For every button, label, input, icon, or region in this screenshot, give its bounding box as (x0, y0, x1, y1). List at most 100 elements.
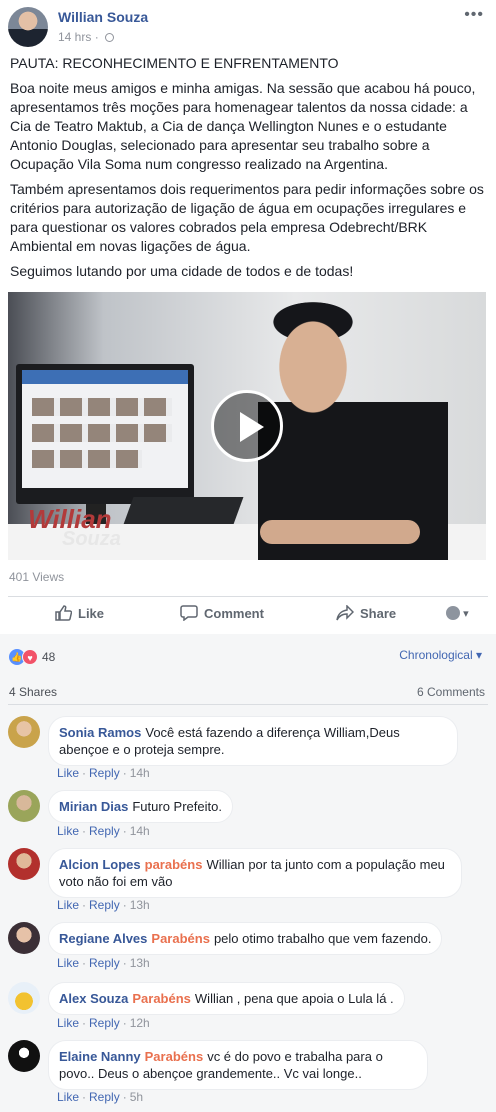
video-watermark-2: Souza (62, 528, 121, 550)
commenter-name[interactable]: Sonia Ramos (59, 725, 141, 740)
commenter-name[interactable]: Mirian Dias (59, 799, 128, 814)
more-options-icon[interactable]: ••• (464, 6, 484, 24)
author-name[interactable]: Willian Souza (58, 9, 148, 25)
post-timestamp[interactable]: 14 hrs · (58, 30, 115, 44)
comment-bubble: Sonia Ramos Você está fazendo a diferença… (48, 716, 458, 766)
commenter-name[interactable]: Alex Souza (59, 991, 128, 1006)
dot-separator: · (82, 898, 87, 912)
commenter-avatar[interactable] (8, 848, 40, 880)
comment-reply-link[interactable]: Reply (89, 824, 120, 838)
view-count: 401 Views (9, 570, 65, 584)
comment-tag[interactable]: Parabéns (151, 931, 210, 946)
comment-time[interactable]: 14h (130, 766, 150, 780)
comment-like-link[interactable]: Like (57, 766, 79, 780)
comment-reply-link[interactable]: Reply (89, 1090, 120, 1104)
post-time[interactable]: 14 hrs (58, 30, 91, 44)
screen-row (32, 424, 172, 442)
comment-bubble: Mirian Dias Futuro Prefeito. (48, 790, 233, 823)
video-hands (260, 520, 420, 544)
comment-bubble: Regiane Alves Parabéns pelo otimo trabalho… (48, 922, 443, 955)
author-avatar[interactable] (8, 7, 48, 47)
play-icon[interactable] (211, 390, 283, 462)
thumbs-up-icon (55, 605, 72, 621)
dot-separator: · (82, 824, 87, 838)
comment-bubble: Alcion Lopes parabéns Willian por ta junto… (48, 848, 462, 898)
comment-button[interactable]: Comment (180, 605, 264, 621)
globe-icon (446, 606, 460, 620)
comment-bubble: Alex Souza Parabéns Willian , pena que apo… (48, 982, 405, 1015)
comment-reply-link[interactable]: Reply (89, 766, 120, 780)
screen-row (32, 450, 142, 468)
commenter-avatar[interactable] (8, 922, 40, 954)
commenter-avatar[interactable] (8, 982, 40, 1014)
comments-section: 👍 ♥ 48 Chronological ▾ 4 Shares 6 Comments… (0, 634, 496, 1112)
reaction-summary[interactable]: 👍 ♥ 48 (9, 648, 56, 665)
comment-tag[interactable]: Parabéns (145, 1049, 204, 1064)
dot-separator: · (122, 1090, 127, 1104)
share-icon (336, 605, 354, 621)
comment-label: Comment (204, 606, 264, 621)
audience-selector[interactable]: ▾ (446, 606, 480, 624)
reaction-count: 48 (42, 649, 56, 664)
comment-tag[interactable]: Parabéns (132, 991, 191, 1006)
engagement-stats: 4 Shares 6 Comments (9, 685, 485, 699)
dot-separator: · (82, 956, 87, 970)
post-body: PAUTA: RECONHECIMENTO E ENFRENTAMENTO Bo… (10, 54, 490, 287)
comment-time[interactable]: 13h (130, 898, 150, 912)
globe-icon (105, 33, 115, 42)
commenter-name[interactable]: Regiane Alves (59, 931, 147, 946)
post-video[interactable]: Willian Souza (8, 292, 486, 560)
comment-reply-link[interactable]: Reply (89, 1016, 120, 1030)
comment-time[interactable]: 5h (130, 1090, 143, 1104)
post-paragraph-1: PAUTA: RECONHECIMENTO E ENFRENTAMENTO (10, 55, 339, 71)
dot-separator: · (82, 1090, 87, 1104)
dot-separator: · (94, 30, 103, 44)
comment-actions: Like · Reply · 12h (57, 1016, 150, 1030)
comment-like-link[interactable]: Like (57, 1090, 79, 1104)
dot-separator: · (122, 956, 127, 970)
dot-separator: · (122, 898, 127, 912)
comment-sort-dropdown[interactable]: Chronological ▾ (399, 648, 482, 662)
comment-icon (180, 605, 198, 621)
post-paragraph-4: Seguimos lutando por uma cidade de todos… (10, 263, 354, 279)
comment-text: Futuro Prefeito. (132, 799, 222, 814)
commenter-name[interactable]: Alcion Lopes (59, 857, 141, 872)
comment-like-link[interactable]: Like (57, 1016, 79, 1030)
dot-separator: · (82, 1016, 87, 1030)
comment-actions: Like · Reply · 13h (57, 956, 150, 970)
post-actions: Like Comment Share ▾ (0, 598, 496, 632)
comment-like-link[interactable]: Like (57, 956, 79, 970)
commenter-avatar[interactable] (8, 716, 40, 748)
like-button[interactable]: Like (54, 605, 104, 621)
comment-time[interactable]: 12h (130, 1016, 150, 1030)
dot-separator: · (122, 766, 127, 780)
post-paragraph-3: Também apresentamos dois requerimentos p… (10, 181, 484, 254)
comment-actions: Like · Reply · 13h (57, 898, 150, 912)
commenter-avatar[interactable] (8, 1040, 40, 1072)
dot-separator: · (82, 766, 87, 780)
comment-time[interactable]: 13h (130, 956, 150, 970)
comment-actions: Like · Reply · 5h (57, 1090, 143, 1104)
comment-time[interactable]: 14h (130, 824, 150, 838)
commenter-avatar[interactable] (8, 790, 40, 822)
love-reaction-icon: ♥ (22, 648, 38, 665)
dot-separator: · (122, 1016, 127, 1030)
share-count[interactable]: 4 Shares (9, 685, 57, 699)
dot-separator: · (122, 824, 127, 838)
comment-count[interactable]: 6 Comments (417, 685, 485, 699)
post-paragraph-2: Boa noite meus amigos e minha amigas. Na… (10, 80, 476, 172)
comment-like-link[interactable]: Like (57, 824, 79, 838)
comment-tag[interactable]: parabéns (145, 857, 203, 872)
comment-like-link[interactable]: Like (57, 898, 79, 912)
comment-actions: Like · Reply · 14h (57, 824, 150, 838)
share-button[interactable]: Share (336, 605, 396, 621)
commenter-name[interactable]: Elaine Nanny (59, 1049, 141, 1064)
comment-reply-link[interactable]: Reply (89, 956, 120, 970)
divider (8, 704, 488, 705)
like-label: Like (78, 606, 105, 621)
video-monitor-screen (22, 370, 188, 488)
video-monitor (16, 364, 194, 504)
comment-reply-link[interactable]: Reply (89, 898, 120, 912)
keyboard (122, 497, 244, 527)
comment-bubble: Elaine Nanny Parabéns vc é do povo e traba… (48, 1040, 428, 1090)
